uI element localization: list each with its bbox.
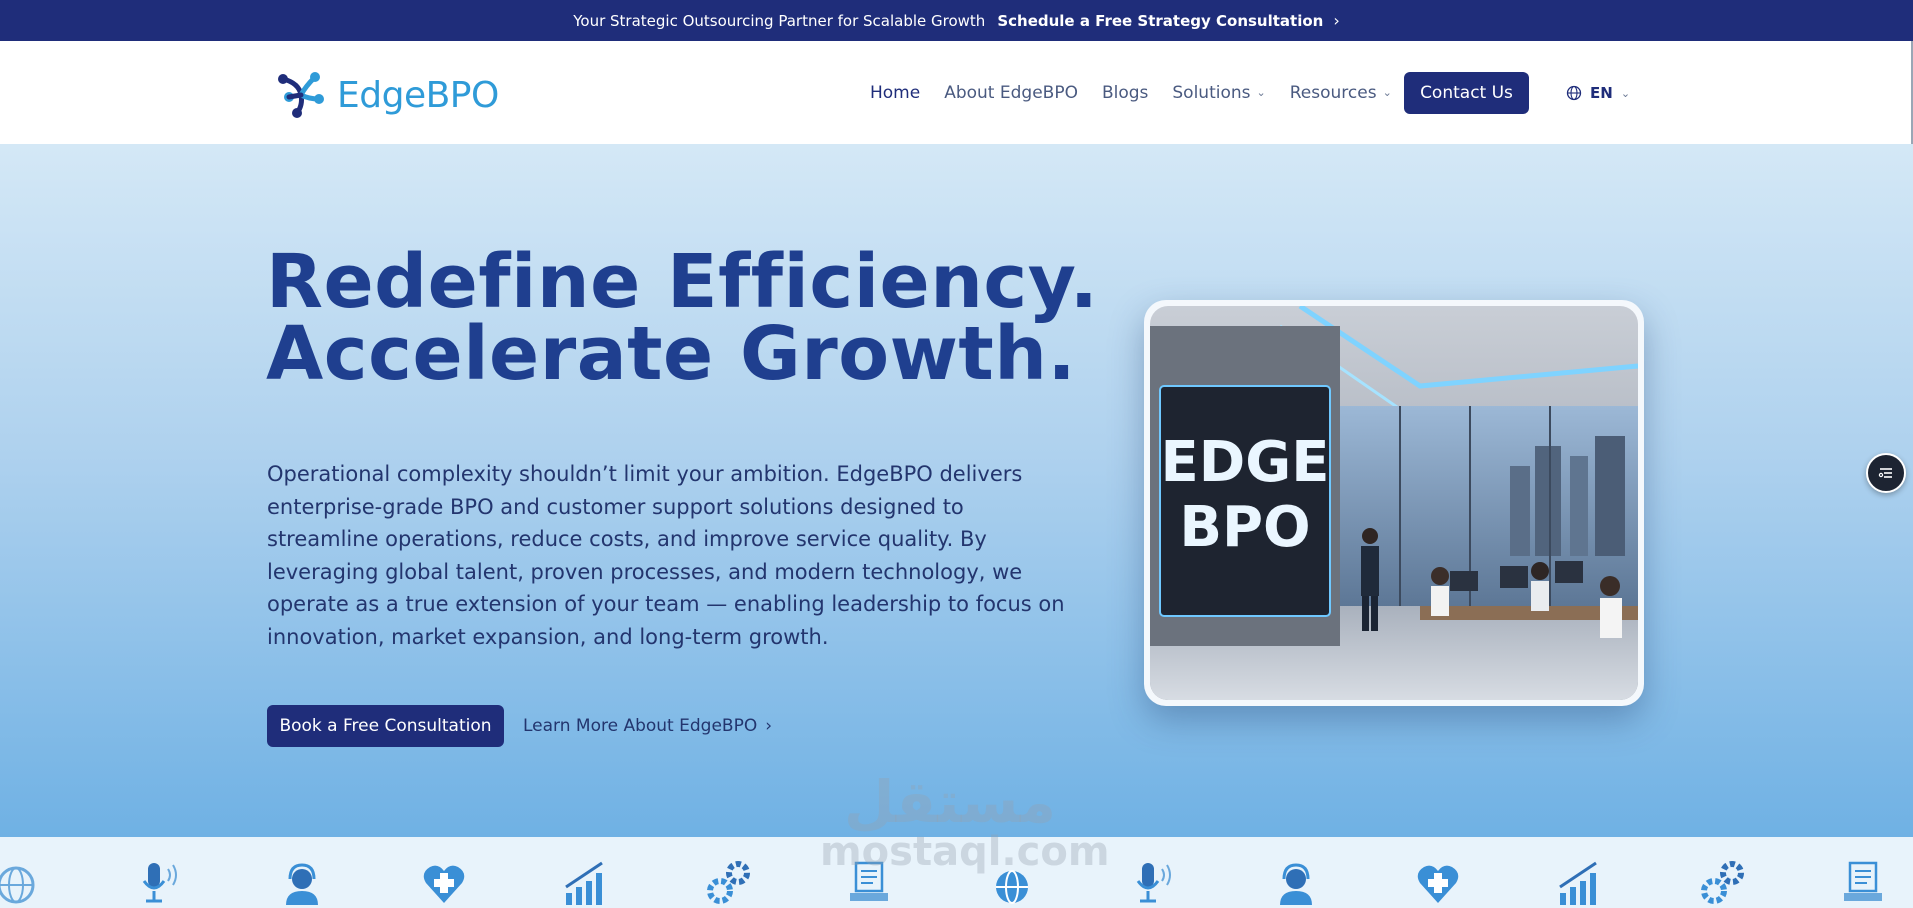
office-sign-line1: EDGE bbox=[1161, 430, 1330, 495]
health-heart-icon bbox=[1417, 865, 1459, 903]
schedule-consultation-link[interactable]: Schedule a Free Strategy Consultation › bbox=[997, 11, 1339, 30]
chevron-down-icon: ⌄ bbox=[1256, 86, 1266, 99]
edgebpo-logo-mark-icon bbox=[278, 72, 324, 118]
services-icon-strip bbox=[0, 837, 1913, 908]
chevron-down-icon: ⌄ bbox=[1620, 86, 1631, 100]
brand-logo[interactable]: EdgeBPO bbox=[275, 69, 499, 121]
globe-icon bbox=[0, 866, 35, 904]
laptop-document-icon bbox=[1844, 861, 1882, 901]
contact-us-button[interactable]: Contact Us bbox=[1404, 72, 1529, 114]
hero-headline: Redefine Efficiency. Accelerate Growth. bbox=[266, 239, 1099, 397]
nav-item-solutions[interactable]: Solutions ⌄ bbox=[1172, 83, 1265, 103]
office-illustration: EDGE BPO bbox=[1150, 306, 1638, 700]
globe-icon bbox=[1566, 85, 1582, 101]
learn-more-link[interactable]: Learn More About EdgeBPO › bbox=[523, 705, 772, 747]
growth-chart-icon bbox=[565, 861, 603, 905]
nav-item-blogs[interactable]: Blogs bbox=[1102, 83, 1148, 103]
main-navigation: Home About EdgeBPO Blogs Solutions ⌄ Res… bbox=[870, 41, 1392, 144]
hero-headline-line1: Redefine Efficiency. bbox=[266, 239, 1099, 325]
hero-description: Operational complexity shouldn’t limit y… bbox=[267, 462, 1065, 649]
nav-item-home[interactable]: Home bbox=[870, 83, 920, 103]
language-selector[interactable]: EN ⌄ bbox=[1566, 79, 1630, 107]
nav-item-label: Solutions bbox=[1172, 82, 1251, 103]
nav-item-label: Blogs bbox=[1101, 82, 1149, 103]
headset-agent-icon bbox=[1280, 863, 1312, 905]
nav-item-resources[interactable]: Resources ⌄ bbox=[1290, 83, 1392, 103]
nav-item-label: About EdgeBPO bbox=[944, 82, 1078, 103]
hero-image-card: EDGE BPO bbox=[1144, 300, 1644, 706]
site-header: EdgeBPO Home About EdgeBPO Blogs Solutio… bbox=[0, 41, 1913, 145]
chevron-down-icon: ⌄ bbox=[1382, 86, 1392, 99]
learn-more-label: Learn More About EdgeBPO bbox=[523, 716, 758, 736]
announcement-bar: Your Strategic Outsourcing Partner for S… bbox=[0, 0, 1913, 41]
floating-menu-button[interactable] bbox=[1866, 453, 1906, 493]
microphone-icon bbox=[142, 863, 177, 903]
health-heart-icon bbox=[423, 865, 465, 903]
gears-icon bbox=[1701, 861, 1744, 904]
gears-icon bbox=[707, 861, 750, 904]
nav-item-label: Resources bbox=[1289, 82, 1377, 103]
schedule-consultation-label: Schedule a Free Strategy Consultation bbox=[997, 11, 1324, 30]
office-sign-line2: BPO bbox=[1179, 495, 1310, 560]
growth-chart-icon bbox=[1559, 861, 1597, 905]
laptop-document-icon bbox=[850, 861, 888, 901]
hero-headline-line2: Accelerate Growth. bbox=[266, 311, 1077, 397]
language-code: EN bbox=[1590, 84, 1613, 102]
nav-item-about[interactable]: About EdgeBPO bbox=[944, 83, 1078, 103]
menu-list-icon bbox=[1878, 468, 1892, 478]
office-photo: EDGE BPO bbox=[1150, 306, 1638, 700]
book-consultation-button[interactable]: Book a Free Consultation bbox=[267, 705, 504, 747]
nav-item-label: Home bbox=[870, 82, 921, 103]
microphone-icon bbox=[1136, 863, 1171, 903]
brand-name: EdgeBPO bbox=[337, 74, 499, 116]
chevron-right-icon: › bbox=[1333, 11, 1340, 30]
headset-agent-icon bbox=[286, 863, 318, 905]
globe-icon bbox=[996, 870, 1028, 904]
chevron-right-icon: › bbox=[765, 716, 773, 736]
announcement-tagline: Your Strategic Outsourcing Partner for S… bbox=[573, 11, 986, 30]
